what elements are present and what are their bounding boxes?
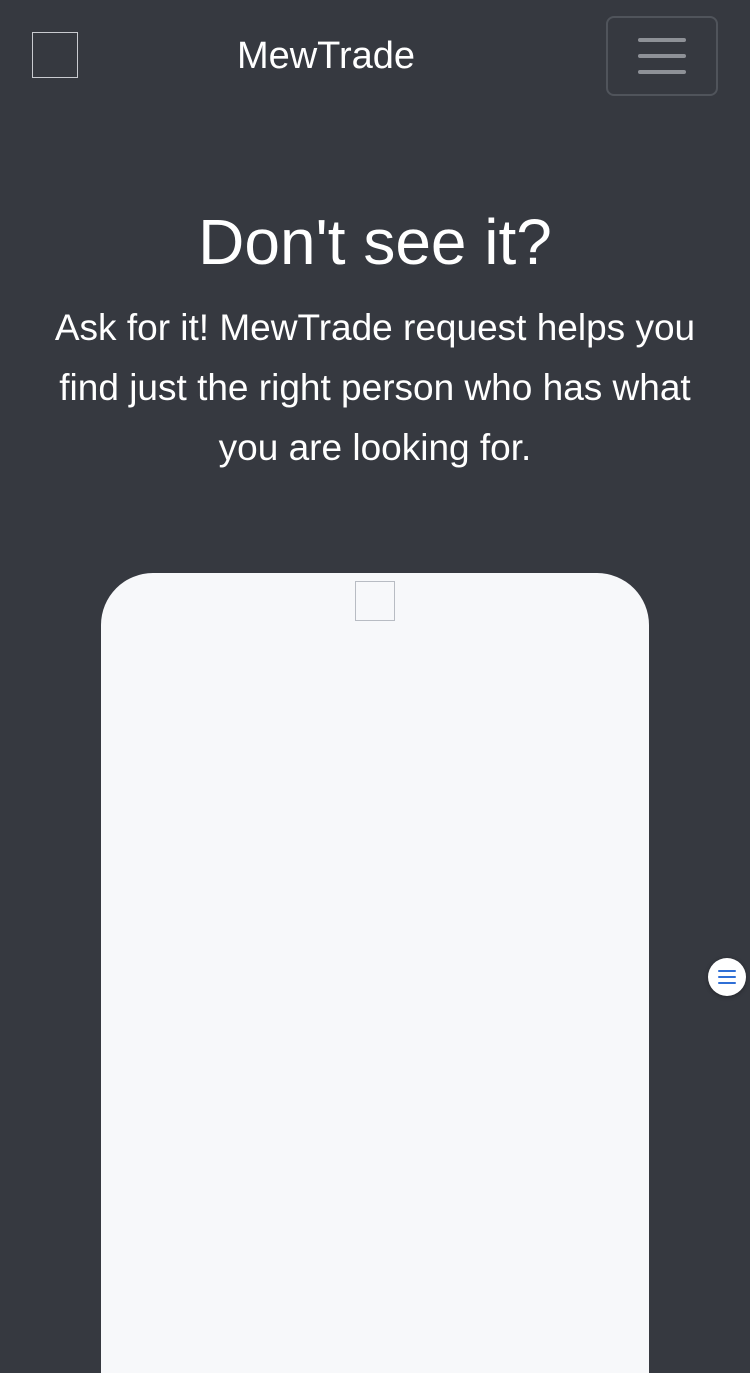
navbar: MewTrade — [0, 0, 750, 112]
phone-mockup — [101, 573, 649, 1373]
floating-list-button[interactable] — [708, 958, 746, 996]
hero-title: Don't see it? — [198, 206, 552, 278]
menu-toggle-button[interactable] — [606, 16, 718, 96]
image-placeholder-icon — [355, 581, 395, 621]
hero-description: Ask for it! MewTrade request helps you f… — [54, 307, 696, 468]
brand-title[interactable]: MewTrade — [0, 30, 652, 82]
